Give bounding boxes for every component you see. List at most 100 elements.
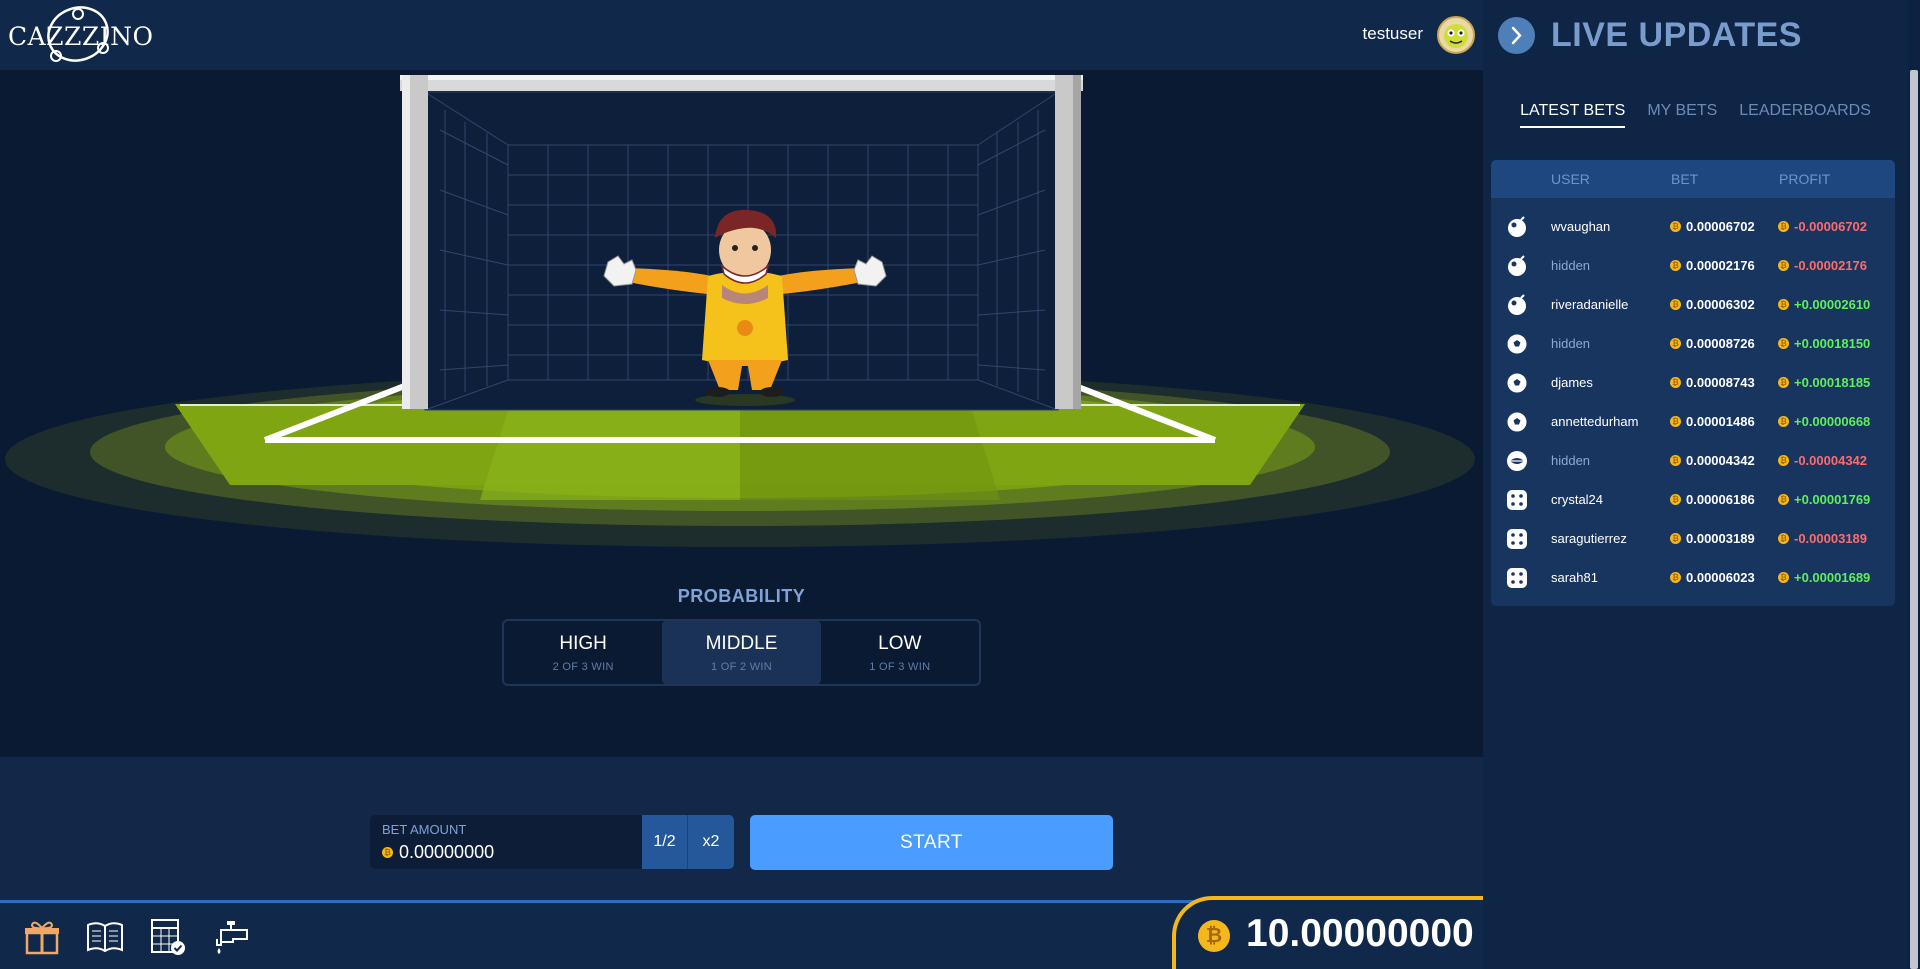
row-profit: ₿ -0.00003189 xyxy=(1778,531,1867,546)
row-profit: ₿ +0.00001769 xyxy=(1778,492,1870,507)
calculator-check-icon[interactable] xyxy=(148,917,188,957)
row-profit: ₿ -0.00004342 xyxy=(1778,453,1867,468)
bitcoin-icon: ₿ xyxy=(1198,920,1230,952)
dice-icon xyxy=(1507,529,1527,549)
table-header: USER BET PROFIT xyxy=(1491,160,1895,198)
collapse-sidebar-button[interactable] xyxy=(1498,17,1535,54)
table-row[interactable]: saragutierrez ₿ 0.00003189 ₿ -0.00003189 xyxy=(1491,519,1895,558)
avatar-face-icon xyxy=(1444,24,1468,48)
probability-middle-option[interactable]: MIDDLE 1 OF 2 WIN xyxy=(662,621,821,684)
row-bet-value: 0.00006702 xyxy=(1686,219,1755,234)
sidebar-title: LIVE UPDATES xyxy=(1551,16,1802,54)
row-profit-value: -0.00002176 xyxy=(1794,258,1868,273)
row-profit-value: +0.00018150 xyxy=(1794,336,1871,351)
row-bet-value: 0.00004342 xyxy=(1686,453,1755,468)
row-username[interactable]: annettedurham xyxy=(1551,414,1638,429)
tab-latest-bets[interactable]: LATEST BETS xyxy=(1520,102,1626,128)
bitcoin-icon: ₿ xyxy=(1778,455,1789,466)
probability-low-option[interactable]: LOW 1 OF 3 WIN xyxy=(821,621,979,684)
scrollbar-thumb[interactable] xyxy=(1910,70,1918,969)
tab-leaderboards[interactable]: LEADERBOARDS xyxy=(1739,102,1871,128)
bitcoin-icon: ₿ xyxy=(1778,416,1789,427)
sidebar-scrollbar[interactable] xyxy=(1908,0,1920,969)
row-profit: ₿ +0.00018150 xyxy=(1778,336,1870,351)
latest-bets-table: USER BET PROFIT wvaughan ₿ 0.00006702 ₿ -0.0… xyxy=(1491,160,1895,606)
row-bet: ₿ 0.00006023 xyxy=(1670,570,1755,585)
soccer-ball-icon xyxy=(1506,333,1528,355)
row-profit: ₿ +0.00018185 xyxy=(1778,375,1870,390)
bitcoin-icon: ₿ xyxy=(1670,221,1681,232)
column-header-user: USER xyxy=(1551,171,1590,187)
dice-icon xyxy=(1507,490,1527,510)
table-row[interactable]: annettedurham ₿ 0.00001486 ₿ +0.00000668 xyxy=(1491,402,1895,441)
bitcoin-icon: ₿ xyxy=(382,847,393,858)
row-username[interactable]: hidden xyxy=(1551,336,1590,351)
probability-option-sub: 1 OF 3 WIN xyxy=(869,661,931,673)
row-bet-value: 0.00001486 xyxy=(1686,414,1755,429)
avatar[interactable] xyxy=(1437,16,1475,54)
column-header-profit: PROFIT xyxy=(1779,171,1831,187)
probability-high-option[interactable]: HIGH 2 OF 3 WIN xyxy=(504,621,662,684)
half-bet-button[interactable]: 1/2 xyxy=(642,815,688,869)
column-header-bet: BET xyxy=(1671,171,1699,187)
balance-value: 10.00000000 xyxy=(1246,912,1474,955)
bet-amount-label: BET AMOUNT xyxy=(382,822,467,837)
probability-option-label: HIGH xyxy=(559,633,607,654)
dice-icon xyxy=(1507,568,1527,588)
probability-title: PROBABILITY xyxy=(677,586,806,606)
table-row[interactable]: riveradanielle ₿ 0.00006302 ₿ +0.00002610 xyxy=(1491,285,1895,324)
bitcoin-icon: ₿ xyxy=(1778,260,1789,271)
row-bet: ₿ 0.00004342 xyxy=(1670,453,1755,468)
bomb-icon xyxy=(1508,216,1526,237)
row-bet-value: 0.00002176 xyxy=(1686,258,1755,273)
faucet-icon[interactable] xyxy=(211,917,251,957)
row-profit-value: -0.00004342 xyxy=(1794,453,1868,468)
table-row[interactable]: wvaughan ₿ 0.00006702 ₿ -0.00006702 xyxy=(1491,207,1895,246)
bitcoin-icon: ₿ xyxy=(1670,572,1681,583)
table-row[interactable]: djames ₿ 0.00008743 ₿ +0.00018185 xyxy=(1491,363,1895,402)
row-username[interactable]: crystal24 xyxy=(1551,492,1603,507)
row-profit: ₿ -0.00006702 xyxy=(1778,219,1867,234)
probability-option-sub: 2 OF 3 WIN xyxy=(552,661,614,673)
row-bet: ₿ 0.00002176 xyxy=(1670,258,1755,273)
double-bet-button[interactable]: x2 xyxy=(688,815,734,869)
table-row[interactable]: sarah81 ₿ 0.00006023 ₿ +0.00001689 xyxy=(1491,558,1895,597)
row-bet-value: 0.00006023 xyxy=(1686,570,1755,585)
row-bet: ₿ 0.00006302 xyxy=(1670,297,1755,312)
gift-icon[interactable] xyxy=(22,917,62,957)
bomb-icon xyxy=(1508,294,1526,315)
probability-option-label: LOW xyxy=(878,633,922,654)
live-updates-sidebar: LIVE UPDATES LATEST BETS MY BETS LEADERB… xyxy=(1483,0,1920,969)
row-username[interactable]: sarah81 xyxy=(1551,570,1598,585)
table-row[interactable]: hidden ₿ 0.00002176 ₿ -0.00002176 xyxy=(1491,246,1895,285)
bitcoin-icon: ₿ xyxy=(1778,221,1789,232)
logo[interactable]: CAZZZINO xyxy=(8,4,153,66)
lips-icon xyxy=(1507,451,1527,471)
table-row[interactable]: hidden ₿ 0.00008726 ₿ +0.00018150 xyxy=(1491,324,1895,363)
table-row[interactable]: hidden ₿ 0.00004342 ₿ -0.00004342 xyxy=(1491,441,1895,480)
table-row[interactable]: crystal24 ₿ 0.00006186 ₿ +0.00001769 xyxy=(1491,480,1895,519)
row-bet: ₿ 0.00006186 xyxy=(1670,492,1755,507)
row-username[interactable]: wvaughan xyxy=(1551,219,1610,234)
row-profit-value: +0.00002610 xyxy=(1794,297,1871,312)
bitcoin-icon: ₿ xyxy=(1670,338,1681,349)
bet-amount-value[interactable]: 0.00000000 xyxy=(399,842,494,863)
tab-my-bets[interactable]: MY BETS xyxy=(1647,102,1717,128)
row-username[interactable]: riveradanielle xyxy=(1551,297,1628,312)
row-username[interactable]: hidden xyxy=(1551,258,1590,273)
row-username[interactable]: hidden xyxy=(1551,453,1590,468)
start-button[interactable]: START xyxy=(750,815,1113,870)
row-profit-value: -0.00006702 xyxy=(1794,219,1868,234)
chevron-right-icon xyxy=(1511,26,1522,45)
book-icon[interactable] xyxy=(85,917,125,957)
bet-amount-input[interactable]: BET AMOUNT ₿ 0.00000000 xyxy=(370,815,642,869)
probability-option-label: MIDDLE xyxy=(705,633,778,654)
row-profit: ₿ -0.00002176 xyxy=(1778,258,1867,273)
row-bet-value: 0.00006186 xyxy=(1686,492,1755,507)
row-bet: ₿ 0.00006702 xyxy=(1670,219,1755,234)
username[interactable]: testuser xyxy=(1363,24,1423,44)
row-username[interactable]: djames xyxy=(1551,375,1593,390)
row-username[interactable]: saragutierrez xyxy=(1551,531,1627,546)
bitcoin-icon: ₿ xyxy=(1670,455,1681,466)
row-bet: ₿ 0.00008743 xyxy=(1670,375,1755,390)
